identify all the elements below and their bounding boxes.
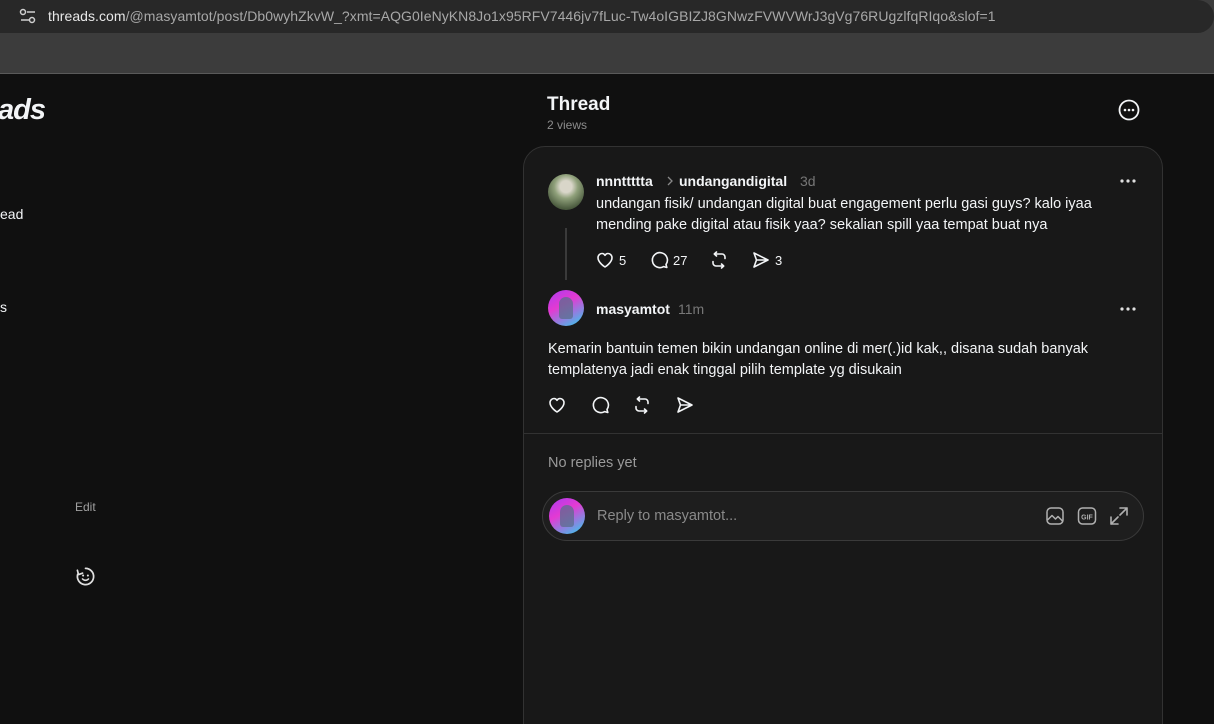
url-text[interactable]: threads.com/@masyamtot/post/Db0wyhZkvW_?… xyxy=(48,8,996,24)
send-icon xyxy=(677,397,693,413)
sidebar-nav-item-1[interactable]: ead xyxy=(0,206,23,222)
like-count: 5 xyxy=(619,252,627,268)
comment-button[interactable]: 27 xyxy=(649,250,687,270)
share-count: 3 xyxy=(775,252,783,268)
reply-text: Kemarin bantuin temen bikin undangan onl… xyxy=(548,341,1089,378)
repost-button[interactable] xyxy=(709,250,729,270)
view-count: 2 views xyxy=(547,118,588,132)
address-bar[interactable]: threads.com/@masyamtot/post/Db0wyhZkvW_?… xyxy=(0,0,1214,33)
browser-chrome: threads.com/@masyamtot/post/Db0wyhZkvW_?… xyxy=(0,0,1214,74)
like-button[interactable] xyxy=(547,395,567,415)
repost-icon xyxy=(712,251,726,269)
repost-icon xyxy=(635,396,649,414)
more-horizontal-icon[interactable] xyxy=(1118,171,1138,191)
reply-time: 11m xyxy=(678,301,705,317)
section-divider xyxy=(524,433,1162,434)
share-button[interactable] xyxy=(675,395,695,415)
feedback-face-icon[interactable] xyxy=(75,566,96,587)
url-path: /@masyamtot/post/Db0wyhZkvW_?xmt=AQG0IeN… xyxy=(125,8,996,24)
edit-link[interactable]: Edit xyxy=(75,500,96,514)
post-username[interactable]: nnnttttta xyxy=(596,173,653,189)
avatar[interactable] xyxy=(548,290,584,326)
more-horizontal-icon[interactable] xyxy=(1118,299,1138,319)
image-icon[interactable] xyxy=(1045,506,1065,526)
svg-text:GIF: GIF xyxy=(1081,514,1093,521)
url-host: threads.com xyxy=(48,8,126,24)
gif-icon[interactable]: GIF xyxy=(1077,506,1097,526)
site-info-icon[interactable] xyxy=(19,8,37,24)
sidebar-nav-item-2[interactable]: s xyxy=(0,299,7,315)
send-icon xyxy=(753,252,769,268)
repost-button[interactable] xyxy=(632,395,652,415)
heart-icon xyxy=(597,252,613,268)
threads-logo[interactable]: ads xyxy=(0,94,46,127)
comment-icon xyxy=(651,251,669,269)
comment-count: 27 xyxy=(673,252,688,268)
expand-icon[interactable] xyxy=(1109,506,1129,526)
reply-username[interactable]: masyamtot xyxy=(596,301,670,317)
page-title: Thread xyxy=(547,94,611,115)
thread-connector-line xyxy=(565,228,567,280)
like-button[interactable]: 5 xyxy=(595,250,626,270)
comment-icon xyxy=(592,396,610,414)
post-text: undangan fisik/ undangan digital buat en… xyxy=(596,196,1092,233)
empty-replies-text: No replies yet xyxy=(548,455,637,471)
post-time: 3d xyxy=(800,173,816,189)
avatar xyxy=(549,498,585,534)
heart-icon xyxy=(549,397,565,413)
avatar[interactable] xyxy=(548,174,584,210)
post-topic[interactable]: undangandigital xyxy=(679,173,787,189)
chevron-right-icon xyxy=(667,176,673,186)
more-options-icon[interactable] xyxy=(1118,99,1140,121)
reply-input[interactable] xyxy=(597,505,1017,527)
comment-button[interactable] xyxy=(590,395,610,415)
share-button[interactable]: 3 xyxy=(751,250,782,270)
